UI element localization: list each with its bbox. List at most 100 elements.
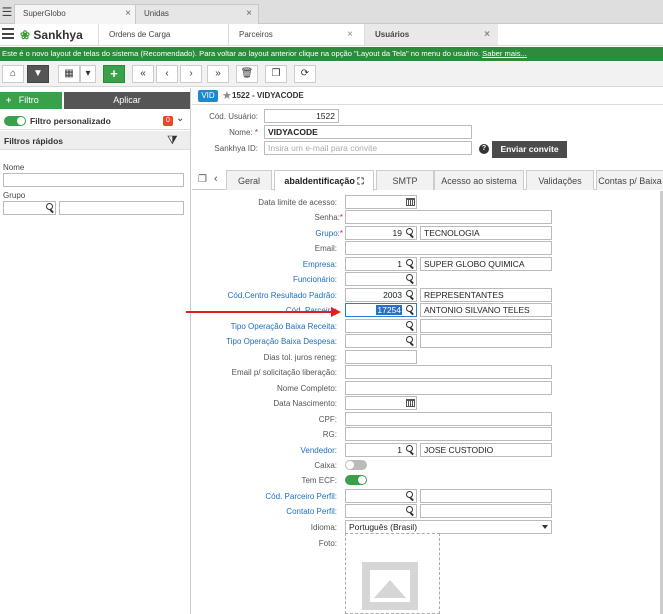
aplicar-button[interactable]: Aplicar (64, 92, 190, 109)
browser-tab-unidas[interactable]: Unidas × (135, 4, 259, 24)
close-icon[interactable]: × (246, 8, 252, 19)
senha-field[interactable] (345, 210, 552, 224)
last-record-icon[interactable]: » (207, 65, 229, 83)
tipo-op-despesa-label[interactable]: Tipo Operação Baixa Despesa: (192, 337, 337, 346)
expand-icon[interactable]: ⛶ (357, 176, 363, 186)
search-icon[interactable] (405, 491, 415, 501)
contato-perfil-desc-field (420, 504, 552, 518)
cod-parceiro-desc-field: ANTONIO SILVANO TELES (420, 303, 552, 317)
delete-icon[interactable]: 🗑 (236, 65, 258, 83)
caixa-toggle[interactable] (345, 460, 367, 470)
idioma-select[interactable]: Português (Brasil) (345, 520, 552, 534)
search-icon[interactable] (405, 228, 415, 238)
chevron-down-icon[interactable]: ⌄ (176, 113, 184, 124)
data-nasc-field[interactable] (345, 396, 417, 410)
search-icon[interactable] (405, 445, 415, 455)
senha-label: Senha: (314, 213, 340, 222)
filtro-button[interactable]: + Filtro (0, 92, 62, 109)
chevron-left-icon[interactable]: ‹ (214, 173, 218, 185)
tab-aba-identificacao[interactable]: abaIdentificação ⛶ (274, 170, 374, 191)
email-solic-field[interactable] (345, 365, 552, 379)
cod-parceiro-perfil-desc-field (420, 489, 552, 503)
photo-upload-area[interactable] (345, 533, 440, 614)
add-icon[interactable]: + (103, 65, 125, 83)
calendar-icon[interactable] (406, 198, 415, 206)
nome-filter-input[interactable] (3, 173, 184, 187)
grupo-label[interactable]: Grupo: (315, 229, 339, 238)
tab-parceiros[interactable]: Parceiros × (228, 24, 361, 45)
cod-usuario-field[interactable]: 1522 (264, 109, 339, 123)
notice-text: Este é o novo layout de telas do sistema… (2, 49, 481, 58)
search-icon[interactable] (405, 506, 415, 516)
close-icon[interactable]: × (125, 8, 131, 19)
search-icon[interactable] (405, 290, 415, 300)
chevron-down-icon[interactable]: ▾ (80, 65, 96, 83)
hamburger-menu-icon[interactable] (2, 28, 14, 40)
data-limite-field[interactable] (345, 195, 417, 209)
dias-tol-field[interactable] (345, 350, 417, 364)
filter-settings-icon[interactable]: ⧩ (167, 133, 178, 148)
tab-contas-baixa[interactable]: Contas p/ Baixa (596, 170, 663, 190)
nome-completo-field[interactable] (345, 381, 552, 395)
email-field[interactable] (345, 241, 552, 255)
home-icon[interactable]: ⌂ (2, 65, 24, 83)
saber-mais-link[interactable]: Saber mais... (482, 49, 527, 58)
custom-filter-count-badge: 0 (163, 116, 173, 126)
cpf-field[interactable] (345, 412, 552, 426)
enviar-convite-button[interactable]: Enviar convite (492, 141, 567, 158)
close-icon[interactable]: × (484, 29, 490, 40)
grupo-filter-code-input[interactable] (3, 201, 56, 215)
filter-icon[interactable]: ▼ (27, 65, 49, 83)
sankhya-id-input[interactable]: Insira um e-mail para convite (264, 141, 472, 155)
email-label: Email: (314, 244, 337, 253)
search-icon[interactable] (405, 321, 415, 331)
grupo-desc-field: TECNOLOGIA (420, 226, 552, 240)
copy-icon[interactable]: ❐ (265, 65, 287, 83)
help-icon[interactable]: ? (479, 144, 489, 154)
vendedor-label[interactable]: Vendedor: (192, 446, 337, 455)
previous-record-icon[interactable]: ‹ (156, 65, 178, 83)
app-header: ❀ Sankhya Ordens de Carga Parceiros × Us… (0, 24, 663, 46)
custom-filter-toggle[interactable] (4, 116, 26, 126)
tipo-op-despesa-desc-field (420, 334, 552, 348)
contato-perfil-label[interactable]: Contato Perfil: (192, 507, 337, 516)
nome-field[interactable]: VIDYACODE (264, 125, 472, 139)
calendar-icon[interactable] (406, 399, 415, 407)
funcionario-label[interactable]: Funcionário: (192, 275, 337, 284)
tab-acesso-ao-sistema[interactable]: Acesso ao sistema (434, 170, 524, 190)
cod-parceiro-perfil-label[interactable]: Cód. Parceiro Perfil: (192, 492, 337, 501)
annotation-arrow (186, 307, 341, 317)
search-icon[interactable] (405, 305, 415, 315)
foto-label: Foto: (318, 539, 337, 548)
search-icon[interactable] (405, 274, 415, 284)
first-record-icon[interactable]: « (132, 65, 154, 83)
centro-resultado-label[interactable]: Cód.Centro Resultado Padrão: (192, 291, 337, 300)
tem-ecf-toggle[interactable] (345, 475, 367, 485)
rg-field[interactable] (345, 427, 552, 441)
empresa-label[interactable]: Empresa: (192, 260, 337, 269)
search-icon[interactable] (405, 259, 415, 269)
browser-tab-superglobo[interactable]: SuperGlobo × (14, 4, 138, 24)
tab-usuarios[interactable]: Usuários × (364, 24, 498, 45)
tipo-op-receita-label[interactable]: Tipo Operação Baixa Receita: (192, 322, 337, 331)
close-icon[interactable]: × (347, 29, 353, 40)
tab-geral[interactable]: Geral (226, 170, 272, 190)
tab-ordens-de-carga[interactable]: Ordens de Carga (98, 24, 225, 45)
search-icon[interactable] (405, 336, 415, 346)
dias-tol-label: Dias tol. juros reneg: (263, 353, 337, 362)
refresh-icon[interactable]: ⟳ (294, 65, 316, 83)
vendedor-desc-field: JOSE CUSTODIO (420, 443, 552, 457)
grupo-filter-desc-input[interactable] (59, 201, 184, 215)
tab-smtp[interactable]: SMTP (376, 170, 434, 190)
grid-icon[interactable]: ▦ (58, 65, 80, 83)
layout-notice-bar: Este é o novo layout de telas do sistema… (0, 47, 663, 61)
next-record-icon[interactable]: › (180, 65, 202, 83)
search-icon[interactable] (45, 203, 55, 213)
copy-tab-icon[interactable]: ❐ (198, 174, 207, 185)
nome-label: Nome: (229, 128, 253, 137)
tab-validacoes[interactable]: Validações (526, 170, 594, 190)
plus-icon: + (6, 95, 12, 105)
browser-menu-icon[interactable]: ☰ (0, 3, 14, 21)
star-icon[interactable]: ★ (222, 89, 232, 102)
filter-panel: + Filtro Aplicar Filtro personalizado 0 … (0, 88, 191, 614)
